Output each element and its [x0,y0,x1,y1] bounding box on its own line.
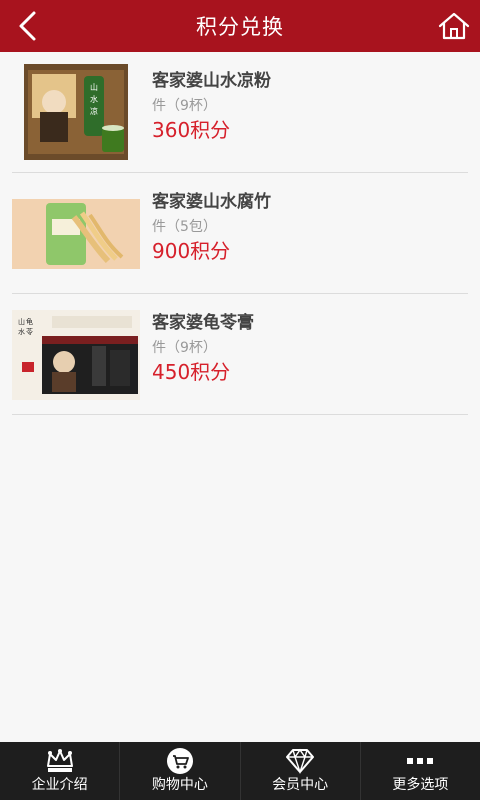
list-item[interactable]: 客家婆山水腐竹 件（5包） 900积分 [12,173,468,294]
tab-label: 企业介绍 [31,777,88,793]
tab-label: 购物中心 [151,777,208,793]
svg-text:山: 山 [90,82,98,92]
svg-text:山: 山 [18,317,25,326]
product-info: 客家婆龟苓膏 件（9杯） 450积分 [152,312,254,384]
product-name: 客家婆山水凉粉 [152,71,271,91]
svg-text:龟: 龟 [26,317,33,326]
product-image [12,199,140,269]
tab-label: 会员中心 [272,777,329,793]
bottom-tab-bar: 企业介绍 购物中心 会员中心 更多选项 [0,742,480,800]
svg-text:水: 水 [18,327,25,336]
tab-label: 更多选项 [392,777,449,793]
product-unit: 件（9杯） [152,98,217,114]
cart-icon [166,746,194,776]
svg-text:苓: 苓 [26,327,33,336]
product-unit: 件（5包） [152,219,217,235]
tab-member-center[interactable]: 会员中心 [241,742,361,800]
top-bar: 积分兑换 [0,0,480,52]
back-button[interactable] [8,6,48,46]
list-item[interactable]: 山 水 龟 苓 客家婆龟苓膏 件（9杯） 450积分 [12,294,468,415]
list-item[interactable]: 山 水 凉 客家婆山水凉粉 件（9杯） 360积分 [12,52,468,173]
product-unit: 件（9杯） [152,340,217,356]
page-title: 积分兑换 [196,15,284,39]
tab-company-intro[interactable]: 企业介绍 [0,742,121,800]
more-dots-icon [405,746,435,776]
home-button[interactable] [434,6,474,46]
points-price: 900积分 [152,239,231,263]
product-info: 客家婆山水凉粉 件（9杯） 360积分 [152,70,271,142]
product-name: 客家婆山水腐竹 [152,192,271,212]
chevron-left-icon [19,11,36,41]
product-image: 山 水 龟 苓 [12,310,140,400]
product-image: 山 水 凉 [24,64,128,160]
product-name: 客家婆龟苓膏 [152,313,254,333]
product-info: 客家婆山水腐竹 件（5包） 900积分 [152,191,271,263]
points-price: 360积分 [152,118,231,142]
points-price: 450积分 [152,360,231,384]
tab-shopping-center[interactable]: 购物中心 [120,742,241,800]
home-icon [438,12,470,40]
crown-icon [45,746,75,776]
svg-text:凉: 凉 [90,106,98,116]
svg-text:水: 水 [90,94,98,104]
diamond-icon [285,746,315,776]
product-list: 山 水 凉 客家婆山水凉粉 件（9杯） 360积分 客家婆山水腐竹 件（5包） … [12,52,468,415]
tab-more-options[interactable]: 更多选项 [361,742,480,800]
